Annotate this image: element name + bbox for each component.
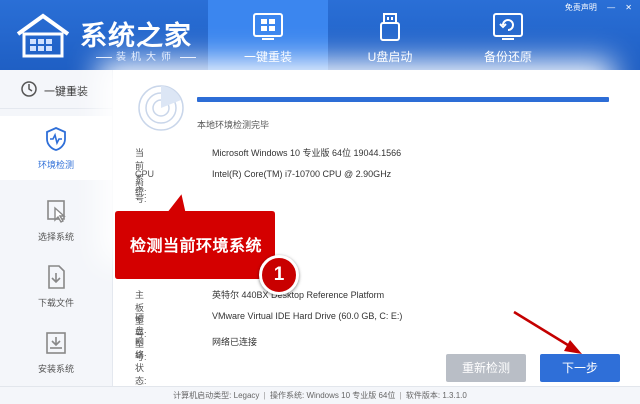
callout-text: 检测当前环境系统 — [129, 238, 262, 255]
tab-backup-restore[interactable]: 备份还原 — [448, 0, 568, 70]
shield-heartbeat-icon — [46, 127, 66, 151]
backup-restore-icon — [493, 13, 523, 40]
logo-mark-icon — [16, 13, 70, 58]
install-tray-icon — [46, 332, 66, 354]
sidebar-item-label: 安装系统 — [37, 364, 74, 374]
sidebar-header-label: 一键重装 — [44, 86, 88, 98]
footer-separator: | — [399, 391, 402, 400]
tab-label: U盘启动 — [367, 50, 413, 64]
sidebar-header[interactable]: 一键重装 — [0, 70, 112, 109]
version-value: 1.3.1.0 — [442, 391, 467, 400]
annotation-callout: 检测当前环境系统 — [110, 190, 278, 282]
boot-type-value: Legacy — [233, 391, 260, 400]
boot-type-label: 计算机启动类型: — [173, 391, 232, 400]
minimize-button[interactable]: — — [607, 3, 615, 12]
top-bar: 系统之家 装机大师 一键重装 U盘启动 备份还原 免责声明 — ✕ — [0, 0, 640, 70]
detection-status: 本地环境检测完毕 — [197, 120, 270, 130]
step-number-badge: 1 — [259, 255, 299, 295]
sidebar-item-download-files[interactable]: 下载文件 — [0, 254, 112, 318]
tab-label: 一键重装 — [243, 50, 292, 64]
reinstall-icon — [21, 81, 37, 97]
tab-usb-boot[interactable]: U盘启动 — [330, 0, 450, 70]
os-value: Windows 10 专业版 64位 — [306, 391, 396, 400]
version-label: 软件版本: — [405, 391, 441, 400]
close-button[interactable]: ✕ — [625, 3, 632, 12]
footer-separator: | — [263, 391, 266, 400]
window-controls: 免责声明 — ✕ — [557, 2, 632, 13]
sidebar-item-label: 环境检测 — [37, 160, 74, 170]
sidebar-item-env-check[interactable]: 环境检测 — [0, 116, 112, 180]
tab-one-key-reinstall[interactable]: 一键重装 — [208, 0, 328, 70]
select-cursor-icon — [47, 200, 66, 223]
sidebar-item-label: 下载文件 — [37, 298, 74, 308]
tab-label: 备份还原 — [483, 50, 532, 64]
info-value: 网络已连接 — [212, 337, 258, 347]
download-file-icon — [48, 265, 65, 289]
pointer-arrow — [513, 310, 582, 354]
disclaimer-link[interactable]: 免责声明 — [565, 3, 597, 12]
status-footer: 计算机启动类型: Legacy | 操作系统: Windows 10 专业版 6… — [0, 386, 640, 404]
sidebar-item-label: 选择系统 — [37, 232, 74, 242]
app-logo: 系统之家 装机大师 — [14, 8, 214, 64]
info-key: 网络状态: — [135, 337, 147, 386]
info-value: Intel(R) Core(TM) i7-10700 CPU @ 2.90GHz — [212, 169, 392, 179]
os-label: 操作系统: — [269, 391, 305, 400]
sidebar: 一键重装 环境检测 选择系统 下载文件 安装系统 — [0, 70, 113, 386]
info-value: 英特尔 440BX Desktop Reference Platform — [212, 290, 385, 300]
info-value: VMware Virtual IDE Hard Drive (60.0 GB, … — [212, 311, 403, 321]
brand-subtitle: 装机大师 — [92, 48, 200, 63]
radar-scan-icon — [138, 85, 184, 131]
windows-icon — [253, 13, 283, 40]
detection-progress-bar — [197, 97, 609, 102]
info-value: Microsoft Windows 10 专业版 64位 19044.1566 — [212, 148, 402, 158]
sidebar-item-install-system[interactable]: 安装系统 — [0, 320, 112, 384]
sidebar-item-select-system[interactable]: 选择系统 — [0, 188, 112, 252]
usb-drive-icon — [380, 13, 400, 41]
